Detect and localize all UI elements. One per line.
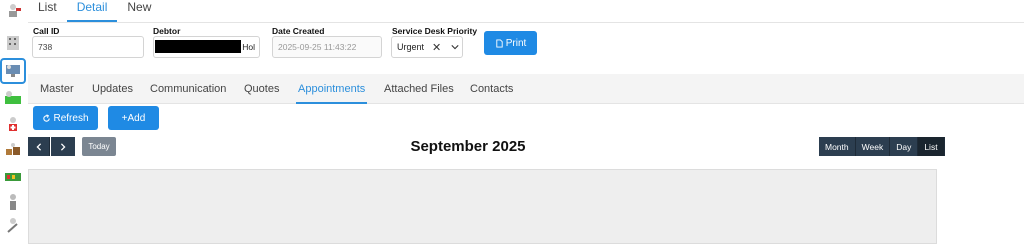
date-created-value: 2025-09-25 11:43:22 xyxy=(278,42,357,52)
building-icon[interactable] xyxy=(2,32,24,52)
date-created-field: 2025-09-25 11:43:22 xyxy=(272,36,382,58)
view-week-button[interactable]: Week xyxy=(855,137,891,156)
refresh-label: Refresh xyxy=(53,112,89,124)
debtor-label: Debtor xyxy=(153,26,181,36)
tab-new[interactable]: New xyxy=(117,0,161,22)
tab-list[interactable]: List xyxy=(28,0,67,22)
top-tabs-divider xyxy=(28,22,1024,23)
tab-communication[interactable]: Communication xyxy=(148,74,228,104)
computer-user-icon[interactable] xyxy=(0,58,26,84)
call-id-field[interactable]: 738 xyxy=(32,36,144,58)
date-created-label: Date Created xyxy=(272,26,325,36)
first-aid-icon[interactable] xyxy=(2,114,24,134)
app-icon-rail xyxy=(0,0,28,244)
refresh-icon xyxy=(43,113,51,122)
print-label: Print xyxy=(505,37,527,49)
tab-detail[interactable]: Detail xyxy=(66,0,118,22)
view-month-button[interactable]: Month xyxy=(819,137,856,156)
tab-contacts[interactable]: Contacts xyxy=(468,74,515,104)
print-button[interactable]: Print xyxy=(484,31,537,55)
debtor-value-tail: Hol xyxy=(242,42,255,52)
add-label: +Add xyxy=(121,112,146,124)
clear-icon[interactable]: ✕ xyxy=(432,41,441,54)
refresh-button[interactable]: Refresh xyxy=(33,106,98,130)
person-figure-icon[interactable] xyxy=(2,192,24,212)
tab-appointments[interactable]: Appointments xyxy=(296,74,368,104)
view-day-button[interactable]: Day xyxy=(890,137,919,156)
battery-icon[interactable] xyxy=(2,166,24,186)
tab-quotes[interactable]: Quotes xyxy=(242,74,281,104)
call-id-label: Call ID xyxy=(33,26,60,36)
priority-select[interactable]: Urgent ✕ xyxy=(391,36,463,58)
calendar-view-switcher: Month Week Day List xyxy=(819,137,945,156)
calendar-title: September 2025 xyxy=(410,138,526,155)
detail-tab-strip: Master Updates Communication Quotes Appo… xyxy=(28,74,1024,104)
call-detail-page: List Detail New Call ID 738 Debtor Hol D… xyxy=(0,0,1024,244)
calendar-list-body xyxy=(28,169,937,244)
call-id-value: 738 xyxy=(38,42,53,52)
tab-updates[interactable]: Updates xyxy=(90,74,135,104)
add-button[interactable]: +Add xyxy=(108,106,159,130)
chevron-down-icon[interactable] xyxy=(451,43,459,51)
tab-master[interactable]: Master xyxy=(38,74,76,104)
debtor-field[interactable]: Hol xyxy=(153,36,260,58)
view-list-button[interactable]: List xyxy=(918,137,945,156)
priority-label: Service Desk Priority xyxy=(392,26,478,36)
document-icon xyxy=(496,38,503,48)
wrench-figure-icon[interactable] xyxy=(2,216,24,236)
redacted-debtor-name xyxy=(155,40,241,53)
top-tabs: List Detail New xyxy=(28,0,161,22)
money-icon[interactable] xyxy=(2,88,24,108)
robot-walker-icon[interactable] xyxy=(2,2,24,22)
tab-attached-files[interactable]: Attached Files xyxy=(382,74,456,104)
priority-value: Urgent xyxy=(397,42,425,52)
